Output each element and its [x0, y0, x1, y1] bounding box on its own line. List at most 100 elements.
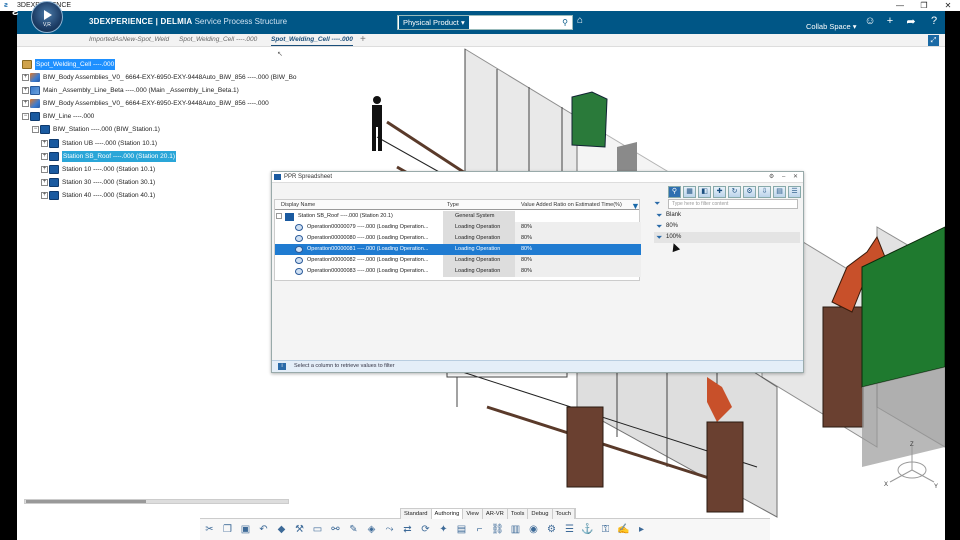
expand-toggle[interactable]: +: [41, 166, 48, 173]
close-button[interactable]: ✕: [936, 0, 960, 11]
export-tool-icon[interactable]: ⇩: [758, 186, 771, 198]
expand-toggle[interactable]: +: [22, 74, 29, 81]
cube-icon[interactable]: ◆: [274, 522, 289, 537]
tree-collapse-arrow-icon[interactable]: ↖: [277, 50, 283, 58]
table-row[interactable]: Operation00000082 ----.000 (Loading Oper…: [275, 255, 641, 266]
refresh-tool-icon[interactable]: ↻: [728, 186, 741, 198]
tools-icon[interactable]: ⚓: [580, 522, 595, 537]
select-tool-icon[interactable]: ◧: [698, 186, 711, 198]
link-icon[interactable]: ⚯: [328, 522, 343, 537]
paste-icon[interactable]: ▣: [238, 522, 253, 537]
column-filter-icon[interactable]: ▼: [631, 202, 640, 211]
panel-titlebar[interactable]: PPR Spreadsheet ⚙ – ✕: [272, 172, 803, 183]
help-icon[interactable]: ?: [927, 15, 941, 27]
tab-imported[interactable]: ImportedAsNew-Spot_Weld: [89, 36, 169, 43]
user-avatar-icon[interactable]: ☺: [863, 15, 877, 27]
more-icon[interactable]: ▸: [634, 522, 649, 537]
settings-tool-icon[interactable]: ⚙: [743, 186, 756, 198]
search-scope-dropdown[interactable]: Physical Product ▾: [399, 16, 469, 29]
share-icon[interactable]: ➦: [904, 15, 918, 28]
list-tool-icon[interactable]: ☰: [788, 186, 801, 198]
tree-node-label[interactable]: Station UB ----.000 (Station 10.1): [62, 138, 157, 149]
collapse-toggle[interactable]: −: [32, 126, 39, 133]
search-box[interactable]: Physical Product ▾ ⚲: [397, 15, 573, 30]
tree-node[interactable]: − BIW_Station ----.000 (BIW_Station.1): [32, 124, 160, 135]
tab-tools[interactable]: Tools: [508, 509, 529, 519]
add-icon[interactable]: +: [883, 15, 897, 27]
resource-tool-icon[interactable]: ⚒: [292, 522, 307, 537]
expand-toggle[interactable]: +: [41, 192, 48, 199]
column-header[interactable]: Display Name: [281, 202, 315, 208]
copy-icon[interactable]: ❐: [220, 522, 235, 537]
insert-tool-icon[interactable]: ✚: [713, 186, 726, 198]
search-input[interactable]: [468, 16, 558, 29]
tree-node-label[interactable]: BIW_Station ----.000 (BIW_Station.1): [53, 124, 160, 135]
minimize-button[interactable]: —: [888, 0, 912, 11]
swap-icon[interactable]: ⇄: [400, 522, 415, 537]
grid-tool-icon[interactable]: ▦: [683, 186, 696, 198]
table-row[interactable]: Operation00000083 ----.000 (Loading Oper…: [275, 266, 641, 277]
chain-icon[interactable]: ⛓: [490, 522, 505, 537]
flow-icon[interactable]: ⤳: [382, 522, 397, 537]
collapse-toggle[interactable]: −: [22, 113, 29, 120]
tab-spot-welding-active[interactable]: Spot_Welding_Cell ----.000: [271, 36, 353, 46]
tab-debug[interactable]: Debug: [528, 509, 553, 519]
tree-node[interactable]: + BIW_Body Assemblies_V0_ 6664-EXY-6950-…: [22, 72, 297, 83]
ppr-spreadsheet-panel[interactable]: PPR Spreadsheet ⚙ – ✕ ⚲ ▦ ◧ ✚ ↻ ⚙ ⇩ ▤ ☰ …: [271, 171, 804, 373]
tree-node[interactable]: + Station 30 ----.000 (Station 30.1): [41, 177, 155, 188]
ppr-grid[interactable]: Display Name Type Value Added Ratio on E…: [274, 199, 641, 281]
layout-icon[interactable]: ▤: [454, 522, 469, 537]
tab-ar-vr[interactable]: AR-VR: [483, 509, 508, 519]
expand-toggle[interactable]: +: [22, 87, 29, 94]
cut-icon[interactable]: ✂: [202, 522, 217, 537]
tree-node-label[interactable]: Main _Assembly_Line_Beta ----.000 (Main …: [43, 85, 239, 96]
column-header[interactable]: Value Added Ratio on Estimated Time(%): [521, 202, 622, 208]
stair-icon[interactable]: ⌐: [472, 522, 487, 537]
collab-space-dropdown[interactable]: Collab Space ▾: [806, 22, 856, 31]
tab-standard[interactable]: Standard: [401, 509, 432, 519]
table-row[interactable]: Operation00000080 ----.000 (Loading Oper…: [275, 233, 641, 244]
tree-node-label[interactable]: Spot_Welding_Cell ----.000: [35, 59, 116, 70]
gear-icon[interactable]: ⚙: [544, 522, 559, 537]
tree-node[interactable]: + Main _Assembly_Line_Beta ----.000 (Mai…: [22, 85, 239, 96]
tree-node[interactable]: + Station 10 ----.000 (Station 10.1): [41, 164, 155, 175]
search-icon[interactable]: ⚲: [558, 18, 572, 27]
tree-node[interactable]: + Station 40 ----.000 (Station 40.1): [41, 190, 155, 201]
maximize-button[interactable]: ❐: [912, 0, 936, 11]
tab-spot-welding-1[interactable]: Spot_Welding_Cell ----.000: [179, 36, 257, 43]
undo-icon[interactable]: ↶: [256, 522, 271, 537]
new-tab-icon[interactable]: +: [360, 34, 366, 45]
rotate-icon[interactable]: ⟳: [418, 522, 433, 537]
expand-toggle[interactable]: +: [22, 100, 29, 107]
panel-window-controls[interactable]: ⚙ – ✕: [769, 172, 801, 183]
table-row[interactable]: Station SB_Roof ----.000 (Station 20.1) …: [275, 211, 641, 222]
compass-widget[interactable]: ƨ V,R: [12, 1, 63, 33]
tree-node-label[interactable]: Station SB_Roof ----.000 (Station 20.1): [62, 151, 177, 162]
tree-node[interactable]: + Station UB ----.000 (Station 10.1): [41, 138, 157, 149]
table-row[interactable]: Operation00000079 ----.000 (Loading Oper…: [275, 222, 641, 233]
table-row-selected[interactable]: Operation00000081 ----.000 (Loading Oper…: [275, 244, 641, 255]
diamond-icon[interactable]: ◈: [364, 522, 379, 537]
expand-icon[interactable]: ⤢: [928, 35, 939, 46]
3d-workspace[interactable]: Spot_Welding_Cell ----.000 + BIW_Body As…: [17, 47, 945, 540]
axis-triad[interactable]: Z X Y: [882, 440, 942, 490]
screen-icon[interactable]: ▭: [310, 522, 325, 537]
filter-option[interactable]: ⏷ Blank: [654, 210, 800, 221]
document-edit-icon[interactable]: ✍: [616, 522, 631, 537]
tree-node-label[interactable]: Station 40 ----.000 (Station 40.1): [62, 190, 155, 201]
tree-node[interactable]: − BIW_Line ----.000: [22, 111, 94, 122]
expand-toggle[interactable]: +: [41, 140, 48, 147]
tab-touch[interactable]: Touch: [553, 509, 575, 519]
table-icon[interactable]: ☰: [562, 522, 577, 537]
filter-option[interactable]: ⏷ 80%: [654, 221, 800, 232]
tab-view[interactable]: View: [463, 509, 483, 519]
scrollbar-thumb[interactable]: [26, 500, 146, 503]
tree-node[interactable]: + Station SB_Roof ----.000 (Station 20.1…: [41, 151, 177, 162]
column-header[interactable]: Type: [447, 202, 459, 208]
tree-node-label[interactable]: BIW_Body Assemblies_V0_ 6664-EXY-6950-EX…: [43, 98, 269, 109]
tag-icon[interactable]: ⌂: [577, 15, 583, 26]
edit-icon[interactable]: ✎: [346, 522, 361, 537]
document-tool-icon[interactable]: ▤: [773, 186, 786, 198]
tree-node[interactable]: + BIW_Body Assemblies_V0_ 6664-EXY-6950-…: [22, 98, 269, 109]
compass-tool-icon[interactable]: ✦: [436, 522, 451, 537]
